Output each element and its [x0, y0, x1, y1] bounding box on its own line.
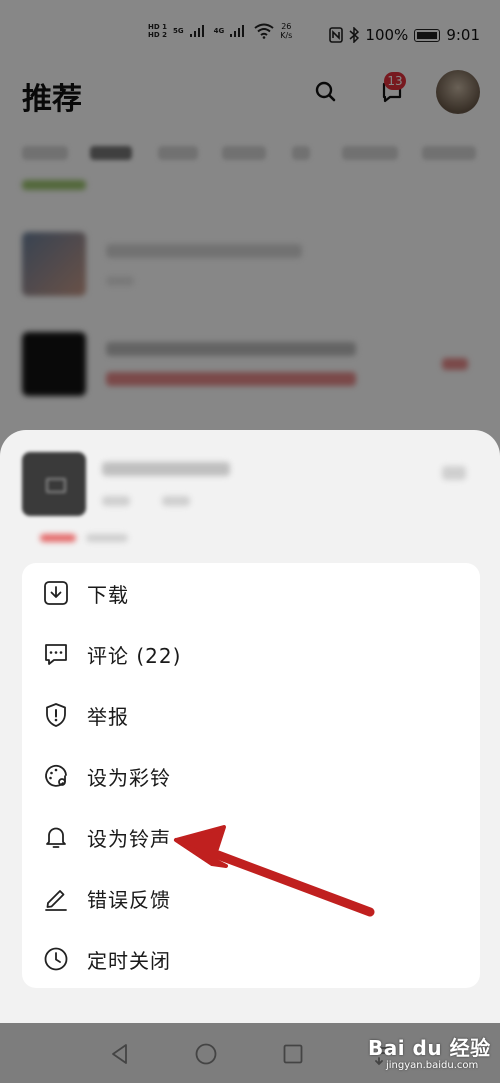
- bell-icon: [42, 823, 70, 851]
- comment-icon: [42, 640, 70, 668]
- nav-back-button[interactable]: [107, 1041, 133, 1067]
- recents-square-icon: [283, 1044, 303, 1064]
- clock-icon: [42, 945, 70, 973]
- song-tag-text-placeholder: [86, 534, 128, 542]
- menu-label: 下载: [87, 582, 129, 607]
- menu-item-set-ringtone[interactable]: 设为铃声: [22, 807, 480, 867]
- menu-item-feedback[interactable]: 错误反馈: [22, 868, 480, 928]
- watermark: Bai du 经验 jingyan.baidu.com: [368, 1030, 498, 1078]
- menu-label: 评论 (22): [87, 643, 182, 668]
- menu-item-report[interactable]: 举报: [22, 685, 480, 745]
- nav-home-button[interactable]: [193, 1041, 219, 1067]
- menu-label: 设为铃声: [87, 826, 171, 851]
- color-ringtone-icon: [42, 762, 70, 790]
- report-shield-icon: [42, 701, 70, 729]
- home-circle-icon: [195, 1043, 217, 1065]
- song-info-header: [22, 450, 480, 560]
- menu-item-comment[interactable]: 评论 (22): [22, 624, 480, 684]
- song-title-placeholder: [102, 462, 230, 476]
- menu-item-download[interactable]: 下载: [22, 563, 480, 623]
- menu-item-color-ringtone[interactable]: 设为彩铃: [22, 746, 480, 806]
- song-tag-placeholder: [40, 534, 76, 542]
- download-icon: [42, 579, 70, 607]
- menu-label: 错误反馈: [87, 887, 171, 912]
- edit-pencil-icon: [42, 884, 70, 912]
- menu-label: 设为彩铃: [87, 765, 171, 790]
- menu-item-sleep-timer[interactable]: 定时关闭: [22, 929, 480, 989]
- menu-label: 举报: [87, 704, 129, 729]
- nav-recents-button[interactable]: [280, 1041, 306, 1067]
- song-meta-placeholder-2: [162, 496, 190, 506]
- song-cover: [22, 452, 86, 516]
- watermark-url: jingyan.baidu.com: [386, 1060, 479, 1071]
- menu-label: 定时关闭: [87, 948, 171, 973]
- song-action-placeholder: [442, 466, 466, 480]
- song-meta-placeholder-1: [102, 496, 130, 506]
- watermark-brand: Bai du 经验: [368, 1036, 491, 1060]
- back-triangle-icon: [112, 1044, 127, 1064]
- action-menu: 下载 评论 (22) 举报 设为彩铃 设为铃声 错误反馈 定时关闭: [22, 563, 480, 988]
